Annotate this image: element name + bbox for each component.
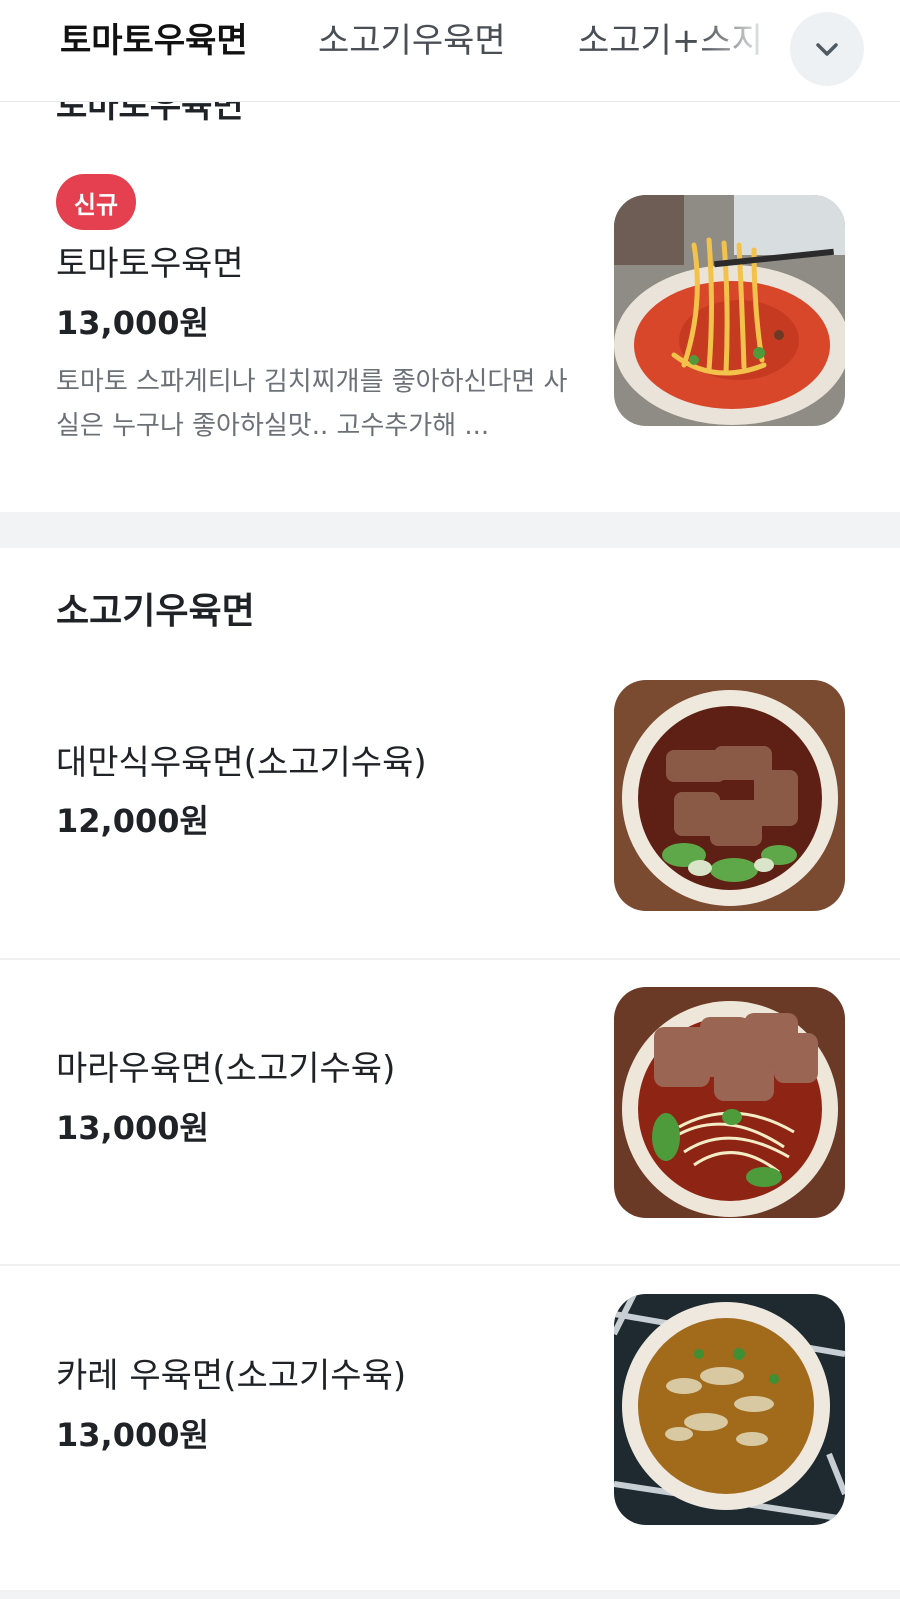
curry-beef-noodle-photo <box>614 1294 845 1525</box>
section-divider-gap <box>0 512 900 548</box>
item-price: 13,000원 <box>56 304 209 342</box>
item-name: 마라우육면(소고기수육) <box>56 1049 396 1089</box>
tab-fade-overlay <box>700 0 790 101</box>
item-price: 12,000원 <box>56 802 209 840</box>
more-categories-button[interactable] <box>790 12 864 86</box>
item-name: 대만식우육면(소고기수육) <box>56 743 427 783</box>
new-badge: 신규 <box>56 174 136 230</box>
mala-beef-noodle-photo <box>614 987 845 1218</box>
chevron-down-icon <box>816 43 838 56</box>
item-price: 13,000원 <box>56 1416 209 1454</box>
item-divider <box>0 1264 900 1266</box>
menu-page: 토마토우육면 소고기우육면 소고기+스지 토마토우육면 신규 토마토우육면 13… <box>0 0 900 1599</box>
taiwan-beef-noodle-photo <box>614 680 845 911</box>
item-name: 토마토우육면 <box>56 244 244 284</box>
section-title-beef-noodle: 소고기우육면 <box>56 591 255 632</box>
item-price: 13,000원 <box>56 1109 209 1147</box>
bottom-section-gap <box>0 1590 900 1599</box>
tab-beef-noodle[interactable]: 소고기우육면 <box>318 20 506 62</box>
tab-tomato-beef-noodle[interactable]: 토마토우육면 <box>60 20 248 62</box>
item-description: 토마토 스파게티나 김치찌개를 좋아하신다면 사실은 누구나 좋아하실맛.. 고… <box>56 367 568 441</box>
category-tab-bar: 토마토우육면 소고기우육면 소고기+스지 <box>0 0 900 102</box>
tomato-noodle-photo <box>614 195 845 426</box>
item-name: 카레 우육면(소고기수육) <box>56 1356 407 1396</box>
item-divider <box>0 958 900 960</box>
